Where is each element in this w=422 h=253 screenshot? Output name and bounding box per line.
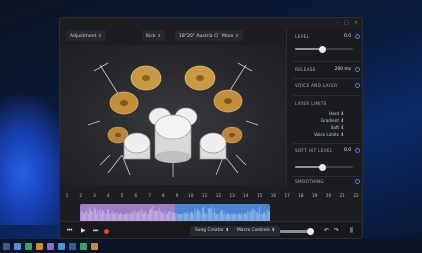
ruler-tick: 11 bbox=[201, 193, 208, 198]
chevron-down-icon: ⬍ bbox=[157, 33, 161, 38]
song-creator-label: Song Creator bbox=[195, 228, 224, 233]
layer-limit-key: Hard bbox=[328, 111, 339, 116]
soft-hit-label: SOFT HIT LEVEL bbox=[295, 148, 333, 153]
undo-icon[interactable]: ↶ bbox=[324, 227, 329, 234]
song-creator-dropdown[interactable]: Song Creator ⬍ bbox=[190, 226, 234, 236]
level-toggle-icon[interactable] bbox=[355, 34, 360, 39]
minimize-icon[interactable]: – bbox=[337, 20, 340, 26]
layer-limit-value[interactable]: 4 bbox=[341, 132, 344, 137]
drum-kit-illustration bbox=[87, 62, 259, 177]
more-dropdown[interactable]: More ⬍ bbox=[218, 30, 243, 41]
drum-app-window: – □ ✕ Adjustment ⬍ Kick ⬍ 18"20" Austria C… bbox=[59, 17, 363, 239]
release-toggle-icon[interactable] bbox=[355, 67, 360, 72]
level-slider-knob[interactable] bbox=[319, 45, 327, 53]
master-volume-knob[interactable] bbox=[307, 227, 315, 235]
level-value: 0.0 bbox=[344, 34, 351, 39]
maximize-icon[interactable]: □ bbox=[344, 20, 349, 26]
transport-bar: ⏮ ▶ ⏭ Song Creator ⬍ Macro Controls ⬍ ↶ … bbox=[60, 221, 362, 238]
play-icon[interactable]: ▶ bbox=[81, 227, 86, 234]
chevron-down-icon: ⬍ bbox=[98, 33, 102, 38]
app-icon[interactable] bbox=[25, 242, 32, 250]
rewind-icon[interactable]: ⏮ bbox=[67, 227, 72, 235]
layer-limit-key: Gradient bbox=[320, 118, 339, 123]
ruler-tick: 2 bbox=[79, 193, 83, 198]
layer-limit-key: Soft bbox=[330, 125, 339, 130]
app-icon[interactable] bbox=[36, 242, 43, 250]
start-icon[interactable] bbox=[3, 242, 10, 250]
layer-limit-key: Voice Limits bbox=[313, 132, 339, 137]
taskbar bbox=[0, 239, 422, 253]
app-icon[interactable] bbox=[47, 242, 54, 250]
ruler-tick: 10 bbox=[188, 193, 194, 198]
app-icon[interactable] bbox=[91, 242, 98, 250]
ruler-tick: 18 bbox=[298, 193, 304, 198]
ruler-tick: 13 bbox=[229, 193, 235, 198]
macro-controls-label: Macro Controls bbox=[237, 228, 270, 233]
voice-layer-label: VOICE AND LAYER bbox=[295, 83, 338, 88]
ruler-tick: 4 bbox=[106, 193, 110, 198]
app-icon[interactable] bbox=[80, 242, 87, 250]
ruler-tick: 21 bbox=[339, 193, 345, 198]
divider bbox=[293, 61, 360, 62]
ruler-tick: 8 bbox=[161, 193, 165, 198]
ruler-tick: 6 bbox=[134, 193, 138, 198]
divider bbox=[293, 78, 360, 79]
soft-hit-slider-knob[interactable] bbox=[319, 163, 327, 171]
chevron-down-icon: ⬍ bbox=[235, 33, 239, 38]
app-icon[interactable] bbox=[58, 242, 65, 250]
ruler-tick: 9 bbox=[175, 193, 179, 198]
adjustment-dropdown[interactable]: Adjustment ⬍ bbox=[66, 30, 106, 41]
voice-layer-toggle-icon[interactable] bbox=[355, 83, 360, 88]
kick-dropdown[interactable]: Kick ⬍ bbox=[142, 30, 165, 41]
layer-limit-value[interactable]: 4 bbox=[341, 125, 344, 130]
ruler-tick: 7 bbox=[148, 193, 151, 198]
release-value[interactable]: 200 ms bbox=[335, 67, 351, 72]
divider bbox=[293, 143, 360, 144]
divider bbox=[293, 176, 360, 177]
soft-hit-toggle-icon[interactable] bbox=[355, 148, 360, 153]
ruler-tick: 19 bbox=[312, 193, 318, 198]
ruler-tick: 17 bbox=[284, 193, 290, 198]
smoothing-toggle-icon[interactable] bbox=[355, 179, 360, 184]
app-icon[interactable] bbox=[14, 242, 21, 250]
ruler-tick: 14 bbox=[243, 193, 249, 198]
soft-hit-slider[interactable] bbox=[295, 163, 353, 171]
divider bbox=[293, 95, 360, 96]
adjustment-label: Adjustment bbox=[70, 34, 97, 39]
ruler-tick: 3 bbox=[93, 193, 96, 198]
close-icon[interactable]: ✕ bbox=[354, 20, 358, 26]
redo-icon[interactable]: ↷ bbox=[334, 227, 339, 234]
soft-hit-value: 0.0 bbox=[344, 148, 351, 153]
ruler-tick: 20 bbox=[325, 193, 332, 198]
kick-label: Kick bbox=[146, 34, 156, 39]
smoothing-label: SMOOTHING bbox=[295, 179, 324, 184]
top-toolbar: Adjustment ⬍ Kick ⬍ 18"20" Austria Classic… bbox=[60, 30, 286, 44]
title-bar: – □ ✕ bbox=[60, 18, 362, 28]
release-label: RELEASE bbox=[295, 67, 316, 72]
mixer-icon[interactable]: ⫼ bbox=[350, 227, 353, 235]
layer-limits-label: LAYER LIMITS bbox=[295, 101, 327, 106]
record-button[interactable] bbox=[104, 229, 109, 234]
ruler-tick: 1 bbox=[65, 193, 69, 198]
drum-kit-view bbox=[60, 45, 286, 185]
ruler-tick: 22 bbox=[353, 193, 359, 198]
skip-forward-icon[interactable]: ⏭ bbox=[93, 227, 98, 235]
level-slider[interactable] bbox=[295, 45, 353, 53]
ruler-tick: 15 bbox=[256, 193, 263, 198]
level-label: LEVEL bbox=[295, 34, 310, 39]
chevron-down-icon: ⬍ bbox=[271, 228, 275, 233]
master-volume-slider[interactable] bbox=[280, 227, 315, 235]
macro-controls-dropdown[interactable]: Macro Controls ⬍ bbox=[232, 226, 280, 236]
timeline-ruler[interactable]: 1 2 3 4 5 6 7 8 9 10 11 12 13 14 15 16 17 18 19 20 21 22 bbox=[60, 192, 362, 201]
chevron-down-icon: ⬍ bbox=[225, 228, 229, 233]
app-icon[interactable] bbox=[69, 242, 76, 250]
ruler-tick: 12 bbox=[215, 193, 222, 198]
ruler-tick: 16 bbox=[270, 193, 277, 198]
more-label: More bbox=[222, 34, 234, 39]
ruler-tick: 5 bbox=[120, 193, 124, 198]
settings-panel: LEVEL 0.0 RELEASE 200 ms VOICE AND LAYER… bbox=[286, 28, 362, 186]
kick-drum bbox=[154, 114, 192, 163]
layer-limit-value[interactable]: 4 bbox=[341, 111, 344, 116]
layer-limit-value[interactable]: 4 bbox=[341, 118, 344, 123]
